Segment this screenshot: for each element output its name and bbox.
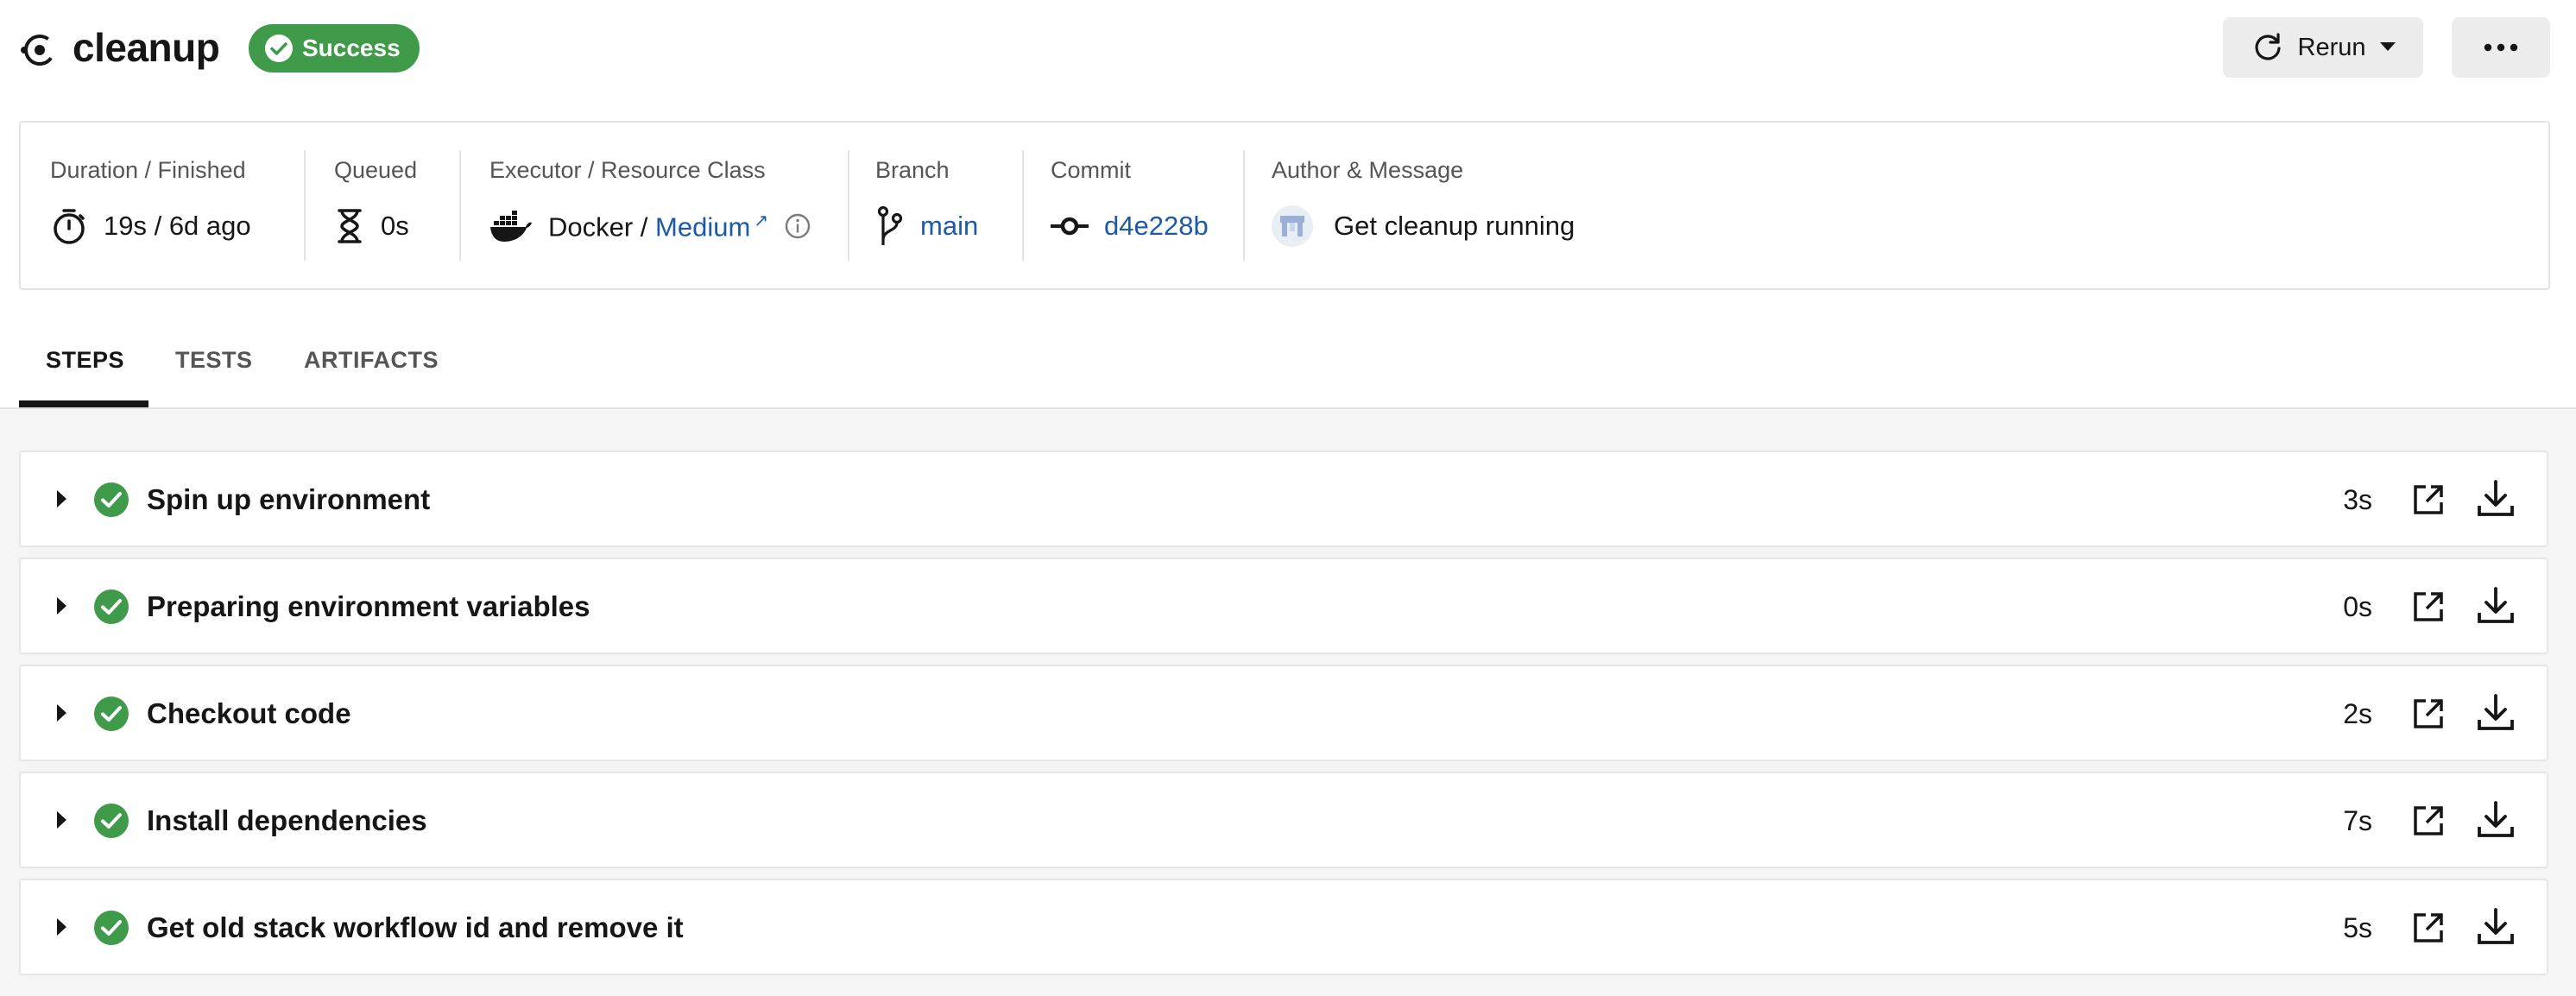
step-name: Install dependencies: [147, 804, 427, 836]
expand-caret-icon[interactable]: [57, 597, 66, 615]
branch-link[interactable]: main: [920, 211, 978, 242]
executor-value-row: Docker / Medium ↗: [489, 202, 811, 250]
branch-value-row: main: [875, 202, 978, 250]
open-external-icon[interactable]: [2410, 696, 2447, 732]
stopwatch-icon: [54, 209, 85, 244]
queued-value-row: 0s: [334, 202, 409, 250]
docker-icon: [490, 211, 532, 242]
tab-steps[interactable]: STEPS: [46, 347, 124, 374]
step-name: Get old stack workflow id and remove it: [147, 911, 684, 943]
duration-value: 19s / 6d ago: [104, 211, 251, 241]
step-duration: 5s: [2343, 912, 2372, 943]
commit-icon: [1051, 217, 1089, 236]
commit-message: Get cleanup running: [1334, 211, 1575, 241]
resource-class-link[interactable]: Medium: [655, 211, 750, 242]
executor-label: Executor / Resource Class: [489, 157, 766, 183]
job-icon: [21, 35, 55, 66]
commit-label: Commit: [1051, 157, 1131, 183]
divider: [304, 150, 306, 261]
more-horizontal-icon: [2484, 43, 2518, 52]
check-circle-icon: [94, 482, 129, 517]
expand-caret-icon[interactable]: [57, 918, 66, 936]
status-badge-label: Success: [302, 35, 401, 61]
check-circle-icon: [94, 589, 129, 624]
step-row[interactable]: Install dependencies 7s: [19, 772, 2548, 868]
refresh-icon: [2254, 33, 2281, 60]
header-panel: cleanup Success Rerun Duration / Finishe…: [0, 0, 2576, 409]
step-duration: 2s: [2343, 698, 2372, 729]
tab-tests[interactable]: TESTS: [175, 347, 253, 374]
expand-caret-icon[interactable]: [57, 490, 66, 507]
check-circle-icon: [265, 35, 293, 62]
commit-link[interactable]: d4e228b: [1104, 211, 1209, 242]
tab-artifacts[interactable]: ARTIFACTS: [304, 347, 439, 374]
divider: [848, 150, 849, 261]
download-icon[interactable]: [2476, 799, 2516, 839]
expand-caret-icon[interactable]: [57, 811, 66, 829]
branch-icon: [877, 205, 903, 245]
queued-label: Queued: [334, 157, 418, 183]
download-icon[interactable]: [2476, 692, 2516, 732]
step-name: Checkout code: [147, 697, 351, 729]
step-row[interactable]: Get old stack workflow id and remove it …: [19, 879, 2548, 975]
rerun-button[interactable]: Rerun: [2223, 17, 2423, 78]
author-label: Author & Message: [1272, 157, 1464, 183]
info-icon[interactable]: [784, 212, 811, 240]
avatar-identicon: [1280, 216, 1304, 236]
check-circle-icon: [94, 804, 129, 838]
job-title: cleanup: [73, 25, 220, 70]
job-info-card: Duration / Finished 19s / 6d ago Queued: [19, 121, 2550, 290]
check-circle-icon: [94, 911, 129, 945]
divider: [459, 150, 461, 261]
avatar[interactable]: [1272, 205, 1313, 247]
open-external-icon[interactable]: [2410, 482, 2447, 518]
step-duration: 3s: [2343, 484, 2372, 515]
step-duration: 0s: [2343, 591, 2372, 622]
executor-name: Docker /: [548, 211, 648, 243]
divider: [1022, 150, 1024, 261]
executor-value: Docker / Medium ↗: [548, 210, 768, 243]
commit-value-row: d4e228b: [1051, 202, 1209, 250]
step-name: Preparing environment variables: [147, 590, 590, 622]
step-row[interactable]: Checkout code 2s: [19, 665, 2548, 761]
open-external-icon[interactable]: [2410, 803, 2447, 839]
download-icon[interactable]: [2476, 906, 2516, 946]
check-circle-icon: [94, 697, 129, 731]
step-duration: 7s: [2343, 805, 2372, 836]
step-row[interactable]: Preparing environment variables 0s: [19, 558, 2548, 654]
step-row[interactable]: Spin up environment 3s: [19, 451, 2548, 547]
caret-down-icon: [2379, 42, 2396, 51]
duration-value-row: 19s / 6d ago: [50, 202, 251, 250]
hourglass-icon: [338, 209, 362, 243]
more-options-button[interactable]: [2452, 17, 2550, 78]
duration-label: Duration / Finished: [50, 157, 246, 183]
open-external-icon[interactable]: [2410, 589, 2447, 625]
queued-value: 0s: [381, 211, 409, 241]
expand-caret-icon[interactable]: [57, 704, 66, 722]
author-value-row: Get cleanup running: [1272, 202, 1575, 250]
download-icon[interactable]: [2476, 478, 2516, 518]
download-icon[interactable]: [2476, 585, 2516, 625]
divider: [1243, 150, 1245, 261]
branch-label: Branch: [875, 157, 950, 183]
open-external-icon[interactable]: [2410, 910, 2447, 946]
external-link-icon: ↗: [754, 211, 769, 230]
rerun-label: Rerun: [2297, 33, 2366, 61]
status-badge: Success: [249, 24, 420, 72]
step-name: Spin up environment: [147, 483, 431, 515]
active-tab-indicator: [19, 400, 148, 407]
